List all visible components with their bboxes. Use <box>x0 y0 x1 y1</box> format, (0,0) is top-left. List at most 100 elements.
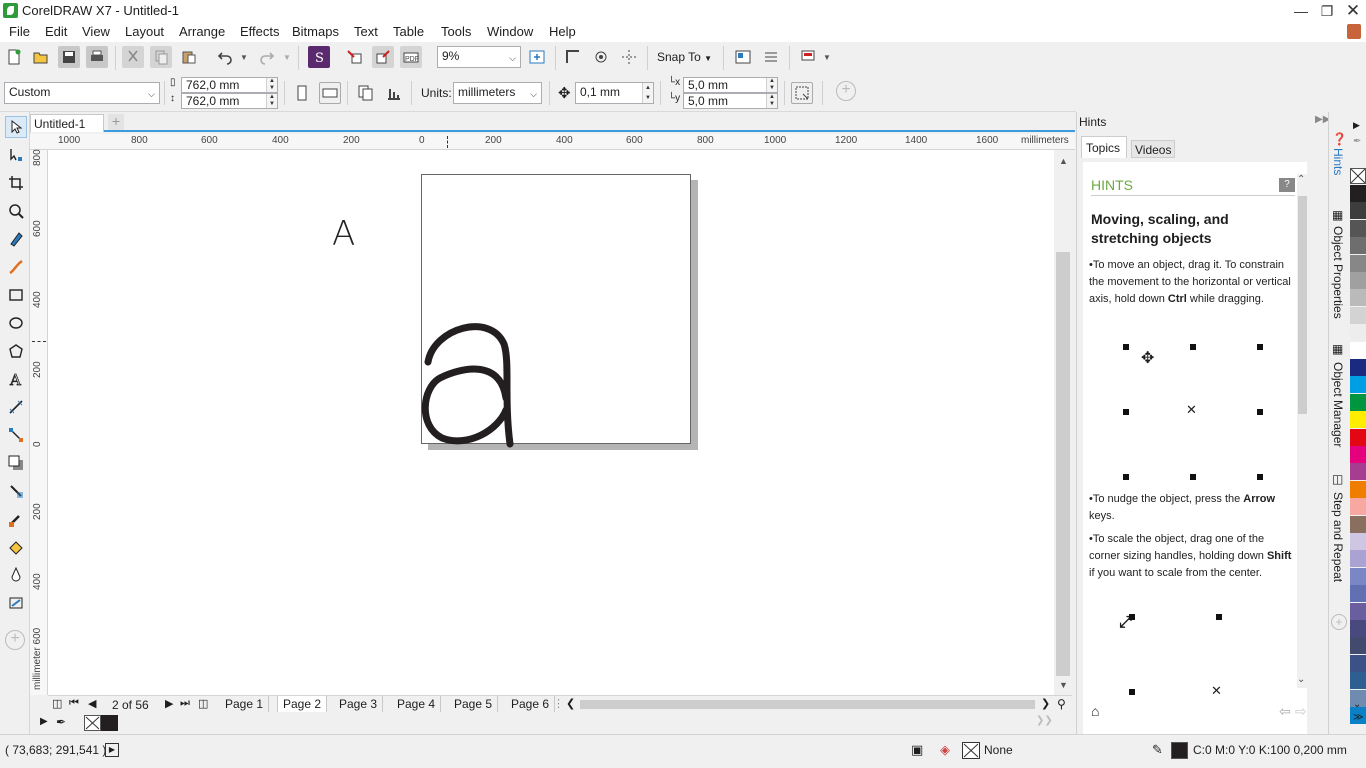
color-swatch[interactable] <box>1350 533 1366 550</box>
status-play-icon[interactable]: ▶ <box>105 743 119 757</box>
tab-topics[interactable]: Topics <box>1081 136 1127 158</box>
landscape-icon[interactable] <box>319 82 341 104</box>
color-swatch[interactable] <box>1350 324 1366 342</box>
color-swatch[interactable] <box>1350 359 1366 376</box>
eyedropper-icon[interactable]: ✒ <box>56 715 66 729</box>
connector-tool-icon[interactable] <box>5 424 27 446</box>
redo-icon[interactable] <box>256 46 278 68</box>
units-dropdown[interactable]: millimeters ⌵ <box>453 82 542 104</box>
forward-arrow-icon[interactable]: ⇨ <box>1295 703 1307 720</box>
menu-arrange[interactable]: Arrange <box>179 24 225 39</box>
palette-scroll-right-icon[interactable]: ❯❯ <box>1036 715 1053 726</box>
color-swatch[interactable] <box>1350 376 1366 394</box>
no-color-swatch[interactable] <box>1350 168 1366 184</box>
color-swatch[interactable] <box>1350 515 1366 533</box>
duplicate-distance-y-field[interactable]: 5,0 mm ▲ ▼ <box>683 93 778 109</box>
docker-tab-hints[interactable]: Hints <box>1331 148 1345 175</box>
color-swatch[interactable] <box>1350 341 1366 359</box>
color-proofing-icon[interactable]: ▣ <box>911 742 923 758</box>
nudge-distance-field[interactable]: 0,1 mm ▲ ▼ <box>575 82 654 104</box>
redo-dropdown-icon[interactable]: ▼ <box>283 53 291 62</box>
color-swatch[interactable] <box>1350 498 1366 516</box>
palette-expand-icon[interactable]: ▶ <box>40 716 48 727</box>
color-swatch[interactable] <box>1350 567 1366 585</box>
scroll-left-icon[interactable]: ❮ <box>566 697 575 710</box>
stepper-icon[interactable]: ▲ ▼ <box>642 83 653 103</box>
all-pages-icon[interactable] <box>355 82 377 104</box>
outline-pen-tool-icon[interactable] <box>5 592 27 614</box>
launcher-dropdown-icon[interactable]: ▼ <box>823 53 831 62</box>
last-page-icon[interactable]: ⏭ <box>180 697 190 710</box>
docker-tab-object-manager[interactable]: Object Manager <box>1331 362 1345 447</box>
copy-icon[interactable] <box>150 46 172 68</box>
color-swatch[interactable] <box>1350 272 1366 289</box>
previous-page-icon[interactable]: ◀ <box>88 697 96 710</box>
stepper-icon[interactable]: ▲ ▼ <box>766 78 777 92</box>
polygon-tool-icon[interactable] <box>5 340 27 362</box>
close-icon[interactable]: ✕ <box>1340 0 1366 22</box>
horizontal-scrollbar-thumb[interactable] <box>580 700 1035 709</box>
menu-table[interactable]: Table <box>393 24 424 39</box>
color-swatch[interactable] <box>1350 428 1366 446</box>
interactive-fill-tool-icon[interactable] <box>5 536 27 558</box>
smart-fill-tool-icon[interactable] <box>5 564 27 586</box>
scrollbar-thumb[interactable] <box>1056 252 1070 676</box>
parallel-dimension-tool-icon[interactable] <box>5 396 27 418</box>
save-icon[interactable] <box>58 46 80 68</box>
restore-icon[interactable]: ❐ <box>1314 0 1340 22</box>
color-swatch[interactable] <box>1350 585 1366 603</box>
handwritten-a-curve[interactable] <box>420 318 516 450</box>
scroll-up-icon[interactable]: ▲ <box>1059 156 1068 166</box>
color-swatch[interactable] <box>1350 480 1366 498</box>
stepper-icon[interactable]: ▲ ▼ <box>266 78 277 92</box>
menu-view[interactable]: View <box>82 24 110 39</box>
color-swatch[interactable] <box>1350 654 1366 672</box>
pick-tool-icon[interactable] <box>5 116 27 138</box>
new-document-tab-icon[interactable]: + <box>108 114 124 130</box>
scroll-down-icon[interactable]: ⌄ <box>1297 674 1305 685</box>
fill-none-swatch[interactable] <box>962 742 980 759</box>
zoom-tool-icon[interactable] <box>5 200 27 222</box>
menu-tools[interactable]: Tools <box>441 24 471 39</box>
zoom-level-dropdown[interactable]: 9% ⌵ <box>437 46 521 68</box>
options-icon[interactable] <box>760 46 782 68</box>
first-page-icon[interactable]: ⏮ <box>69 697 79 710</box>
outline-color-swatch[interactable] <box>1171 742 1188 759</box>
print-icon[interactable] <box>86 46 108 68</box>
color-swatch[interactable] <box>1350 637 1366 655</box>
docker-tab-object-properties[interactable]: Object Properties <box>1331 226 1345 319</box>
outline-pen-icon[interactable]: ✎ <box>1152 742 1163 758</box>
full-screen-preview-icon[interactable] <box>526 46 548 68</box>
show-grid-icon[interactable] <box>590 46 612 68</box>
color-swatch[interactable] <box>1350 393 1366 411</box>
open-icon[interactable] <box>30 46 52 68</box>
transparency-tool-icon[interactable] <box>5 480 27 502</box>
application-launcher-icon[interactable] <box>797 46 819 68</box>
artistic-media-tool-icon[interactable] <box>5 256 27 278</box>
horizontal-ruler[interactable]: 1000 800 600 400 200 0 200 400 600 800 1… <box>30 134 1075 150</box>
insert-page-after-icon[interactable]: ◫ <box>198 697 208 710</box>
stepper-icon[interactable]: ▲ ▼ <box>766 94 777 108</box>
document-tab-untitled-1[interactable]: Untitled-1 <box>30 114 104 132</box>
menu-window[interactable]: Window <box>487 24 533 39</box>
page-height-field[interactable]: 762,0 mm ▲ ▼ <box>181 93 278 109</box>
text-tool-icon[interactable]: A <box>5 368 27 390</box>
color-swatch[interactable] <box>1350 550 1366 568</box>
black-swatch[interactable] <box>101 715 118 731</box>
help-icon[interactable]: ? <box>1279 178 1295 192</box>
page-tab-4[interactable]: Page 4 <box>392 696 442 713</box>
page-tab-6[interactable]: Page 6 <box>506 696 556 713</box>
import-icon[interactable] <box>344 46 366 68</box>
treat-as-filled-icon[interactable] <box>791 82 813 104</box>
current-page-icon[interactable] <box>383 82 405 104</box>
menu-file[interactable]: File <box>9 24 30 39</box>
menu-layout[interactable]: Layout <box>125 24 164 39</box>
color-swatch[interactable] <box>1350 289 1366 307</box>
portrait-icon[interactable] <box>291 82 313 104</box>
search-content-icon[interactable]: S <box>308 46 330 68</box>
page-tab-5[interactable]: Page 5 <box>449 696 499 713</box>
scroll-right-icon[interactable]: ❯ <box>1041 697 1050 710</box>
duplicate-distance-x-field[interactable]: 5,0 mm ▲ ▼ <box>683 77 778 93</box>
color-swatch[interactable] <box>1350 237 1366 255</box>
color-swatch[interactable] <box>1350 254 1366 272</box>
